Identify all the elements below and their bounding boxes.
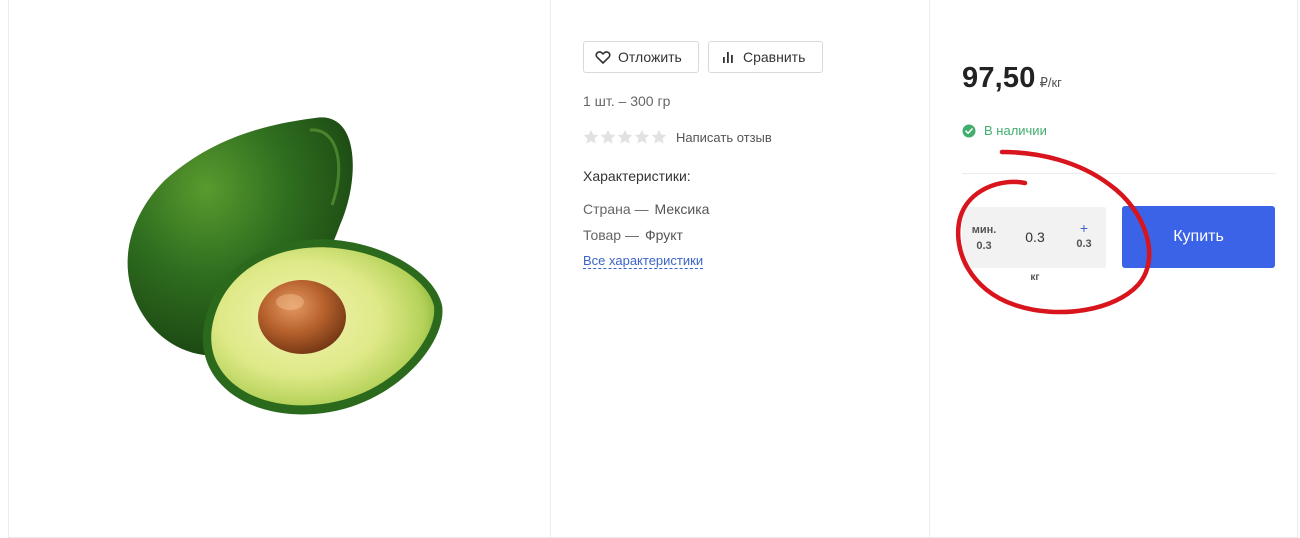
star-icon[interactable] [600,129,616,145]
stock-label: В наличии [984,123,1047,138]
quantity-min-value: 0.3 [976,240,992,252]
quantity-min[interactable]: мин. 0.3 [962,222,1006,254]
quantity-min-label: мин. [971,224,997,236]
price-value: 97,50 [962,62,1036,94]
product-image[interactable] [70,40,510,500]
buy-button-label: Купить [1173,228,1224,245]
characteristic-row: Товар — Фрукт [583,227,683,243]
save-button[interactable]: Отложить [583,41,699,73]
characteristic-value: Фрукт [645,227,683,243]
unit-note: 1 шт. – 300 гр [583,93,671,109]
save-button-label: Отложить [618,49,682,65]
rating-stars[interactable] [583,129,667,145]
star-icon[interactable] [583,129,599,145]
plus-icon: + [1079,220,1089,236]
column-divider [550,0,551,537]
characteristic-name: Страна — [583,201,649,217]
all-characteristics-link[interactable]: Все характеристики [583,253,704,269]
check-circle-icon [962,124,976,137]
column-divider [929,0,930,537]
star-icon[interactable] [634,129,650,145]
quantity-unit: кг [1030,272,1040,283]
compare-button-label: Сравнить [743,49,806,65]
write-review-link[interactable]: Написать отзыв [676,130,772,145]
heart-icon [594,48,612,66]
star-icon[interactable] [651,129,667,145]
quantity-plus-button[interactable]: + 0.3 [1064,220,1104,252]
divider [962,173,1276,174]
quantity-step: 0.3 [1076,238,1092,250]
characteristics-title: Характеристики: [583,168,691,184]
bar-chart-icon [719,48,737,66]
star-icon[interactable] [617,129,633,145]
price-unit: ₽/кг [1039,75,1062,90]
rating: Написать отзыв [583,129,772,145]
buy-button[interactable]: Купить [1122,206,1275,268]
compare-button[interactable]: Сравнить [708,41,823,73]
stock-status: В наличии [962,123,1047,138]
characteristic-value: Мексика [654,201,710,217]
characteristic-name: Товар — [583,227,639,243]
price: 97,50 ₽/кг [962,62,1062,95]
characteristic-row: Страна — Мексика [583,201,709,217]
quantity-input[interactable]: 0.3 [1014,229,1056,245]
